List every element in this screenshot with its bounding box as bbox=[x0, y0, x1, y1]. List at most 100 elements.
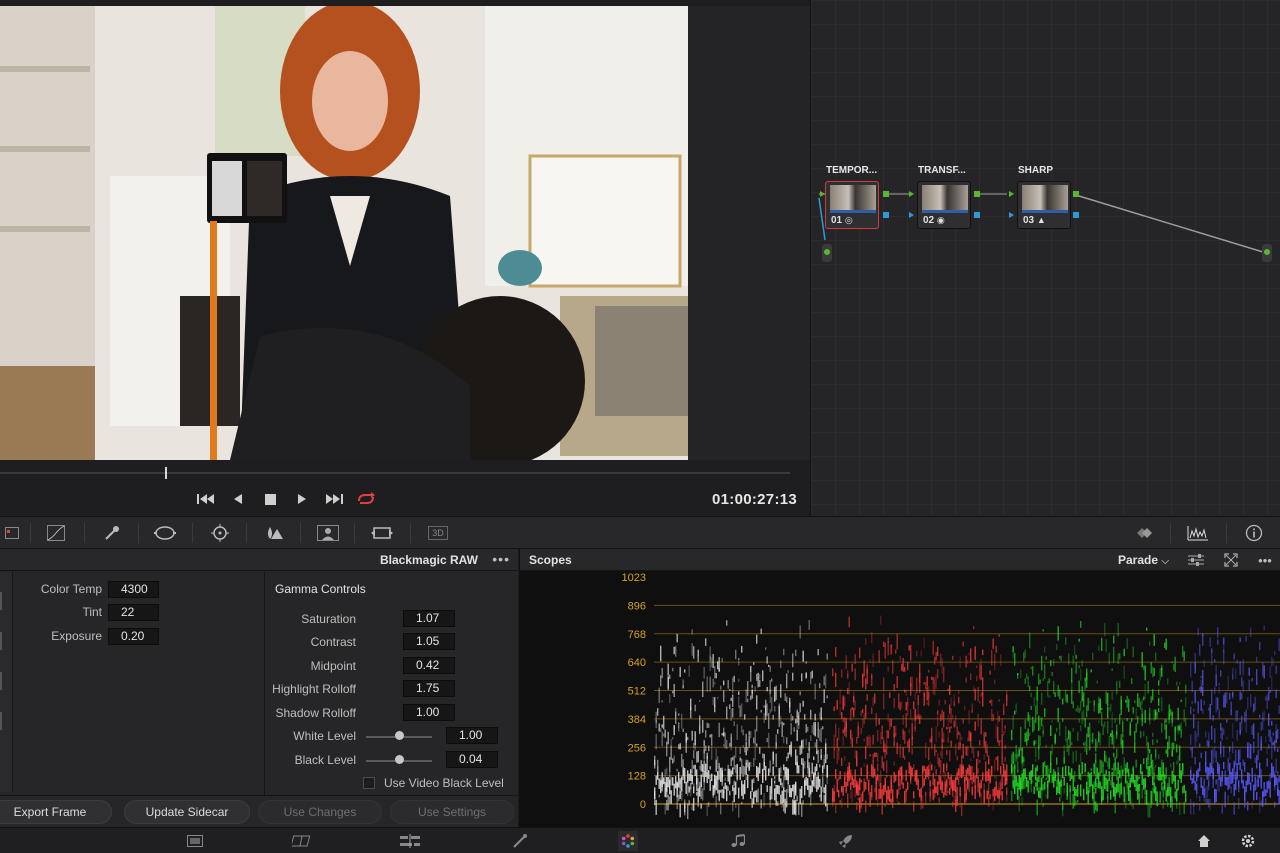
node-transform[interactable]: TRANSF... 02 ◉ bbox=[917, 165, 971, 229]
skip-to-end-button[interactable] bbox=[323, 488, 345, 510]
info-button[interactable] bbox=[1242, 523, 1266, 543]
edit-page-button[interactable] bbox=[400, 831, 420, 851]
scopes-menu-button[interactable]: ••• bbox=[1255, 551, 1275, 569]
playhead[interactable] bbox=[165, 467, 167, 479]
loop-button[interactable] bbox=[355, 488, 377, 510]
toolbar-separator bbox=[246, 523, 247, 543]
tint-field[interactable]: 22 bbox=[108, 604, 159, 621]
settings-button[interactable] bbox=[1238, 831, 1258, 851]
key-dot bbox=[824, 249, 830, 255]
key-button[interactable] bbox=[316, 523, 340, 543]
scope-mode-dropdown[interactable]: Parade ⌵ bbox=[1118, 553, 1169, 567]
toolbar-separator bbox=[138, 523, 139, 543]
cut-page-button[interactable] bbox=[292, 831, 312, 851]
use-settings-button[interactable]: Use Settings bbox=[390, 800, 514, 824]
node-alpha-output[interactable] bbox=[974, 212, 980, 218]
node-alpha-input[interactable] bbox=[909, 212, 914, 218]
use-video-black-level-checkbox[interactable] bbox=[363, 777, 375, 789]
white-level-knob[interactable] bbox=[395, 731, 404, 740]
white-level-field[interactable]: 1.00 bbox=[446, 727, 498, 744]
video-frame[interactable] bbox=[0, 6, 688, 460]
highlight-rolloff-field[interactable]: 1.75 bbox=[403, 680, 455, 697]
node-thumbnail bbox=[922, 185, 968, 210]
toolbar-separator bbox=[300, 523, 301, 543]
step-back-button[interactable] bbox=[227, 488, 249, 510]
media-page-button[interactable] bbox=[185, 831, 205, 851]
blur-button[interactable] bbox=[262, 523, 286, 543]
panel-toggle-button[interactable] bbox=[0, 523, 24, 543]
3d-button[interactable]: 3D bbox=[425, 523, 451, 543]
raw-panel-menu-button[interactable]: ••• bbox=[492, 551, 510, 567]
node-links bbox=[818, 193, 1264, 253]
scope-axis-label: 0 bbox=[640, 799, 646, 811]
node-rgb-input[interactable] bbox=[1009, 191, 1014, 197]
toolbar-separator bbox=[84, 523, 85, 543]
tracker-icon bbox=[211, 524, 229, 542]
white-level-label: White Level bbox=[293, 729, 356, 743]
blur-icon bbox=[268, 527, 283, 539]
node-alpha-output[interactable] bbox=[883, 212, 889, 218]
scopes-title: Scopes bbox=[529, 553, 572, 567]
red-trace bbox=[832, 615, 1008, 816]
node-graph[interactable]: TEMPOR... 01 ◎ TRANSF... 02 ◉ SHARP 03 ▲ bbox=[810, 0, 1280, 516]
node-thumbnail bbox=[1022, 185, 1068, 210]
saturation-field[interactable]: 1.07 bbox=[403, 610, 455, 627]
node-alpha-input[interactable] bbox=[1009, 212, 1014, 218]
stop-button[interactable] bbox=[259, 488, 281, 510]
color-page-button[interactable] bbox=[618, 831, 638, 851]
chevron-down-icon: ⌵ bbox=[1161, 556, 1169, 567]
skip-to-start-button[interactable] bbox=[195, 488, 217, 510]
curves-button[interactable] bbox=[44, 523, 68, 543]
node-rgb-output[interactable] bbox=[1073, 191, 1079, 197]
node-sharp[interactable]: SHARP 03 ▲ bbox=[1017, 165, 1071, 229]
scopes-toggle-button[interactable] bbox=[1186, 523, 1210, 543]
contrast-field[interactable]: 1.05 bbox=[403, 633, 455, 650]
video-frame-image bbox=[0, 6, 688, 460]
black-level-field[interactable]: 0.04 bbox=[446, 751, 498, 768]
graph-output[interactable] bbox=[1262, 244, 1272, 262]
panel-icon bbox=[5, 527, 19, 539]
timeline-scrubber[interactable] bbox=[0, 472, 790, 474]
fairlight-page-button[interactable] bbox=[728, 831, 748, 851]
window-button[interactable] bbox=[153, 523, 177, 543]
fusion-icon bbox=[513, 834, 527, 848]
node-alpha-output[interactable] bbox=[1073, 212, 1079, 218]
node-key-output[interactable] bbox=[822, 244, 832, 262]
saturation-label: Saturation bbox=[301, 612, 356, 626]
scope-settings-button[interactable] bbox=[1186, 551, 1206, 569]
play-button[interactable] bbox=[291, 488, 313, 510]
viewer: 01:00:27:13 bbox=[0, 0, 810, 516]
gamma-controls: Gamma Controls Saturation 1.07 Contrast … bbox=[266, 572, 518, 795]
node-temporal[interactable]: TEMPOR... 01 ◎ bbox=[825, 165, 879, 229]
node-number: 03 ▲ bbox=[1023, 215, 1046, 226]
export-frame-button[interactable]: Export Frame bbox=[0, 800, 112, 824]
home-button[interactable] bbox=[1194, 831, 1214, 851]
scope-expand-button[interactable] bbox=[1221, 551, 1241, 569]
shadow-rolloff-field[interactable]: 1.00 bbox=[403, 704, 455, 721]
key-icon bbox=[317, 525, 339, 541]
node-rgb-output[interactable] bbox=[883, 191, 889, 197]
deliver-page-button[interactable] bbox=[836, 831, 856, 851]
node-rgb-input[interactable] bbox=[909, 191, 914, 197]
black-level-knob[interactable] bbox=[395, 755, 404, 764]
keyframes-button[interactable] bbox=[1132, 523, 1156, 543]
shadow-rolloff-label: Shadow Rolloff bbox=[275, 706, 357, 720]
noise-reduction-icon: ◎ bbox=[844, 215, 853, 225]
tracker-button[interactable] bbox=[208, 523, 232, 543]
scope-axis-label: 768 bbox=[628, 629, 646, 641]
more-icon: ••• bbox=[1258, 552, 1272, 568]
color-temp-field[interactable]: 4300 bbox=[108, 581, 159, 598]
fusion-page-button[interactable] bbox=[510, 831, 530, 851]
qualifier-button[interactable] bbox=[100, 523, 124, 543]
sizing-button[interactable] bbox=[370, 523, 394, 543]
scope-axis-label: 256 bbox=[628, 742, 646, 754]
node-rgb-input[interactable] bbox=[820, 191, 825, 197]
highlight-rolloff-label: Highlight Rolloff bbox=[272, 682, 356, 696]
update-sidecar-button[interactable]: Update Sidecar bbox=[124, 800, 250, 824]
exposure-field[interactable]: 0.20 bbox=[108, 628, 159, 645]
play-reverse-icon bbox=[234, 494, 242, 504]
midpoint-field[interactable]: 0.42 bbox=[403, 657, 455, 674]
use-changes-button[interactable]: Use Changes bbox=[258, 800, 382, 824]
node-rgb-output[interactable] bbox=[974, 191, 980, 197]
scopes-icon bbox=[1187, 526, 1208, 541]
